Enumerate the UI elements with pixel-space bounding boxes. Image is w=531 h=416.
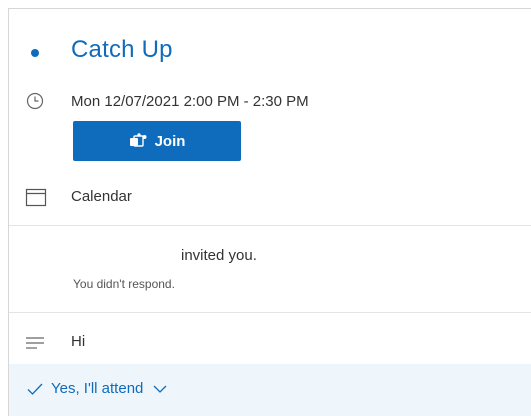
- check-icon: [27, 383, 43, 395]
- notes-icon: [26, 337, 44, 349]
- rsvp-dropdown[interactable]: Yes, I'll attend: [27, 380, 167, 397]
- join-button[interactable]: Join: [73, 121, 241, 161]
- response-status: You didn't respond.: [73, 277, 175, 291]
- event-note: Hi: [71, 333, 86, 350]
- chevron-down-icon: [153, 385, 167, 393]
- calendar-icon: [25, 188, 47, 207]
- teams-icon: [129, 133, 147, 147]
- rsvp-bar: Yes, I'll attend: [9, 364, 531, 416]
- clock-icon: [26, 92, 44, 110]
- status-dot-icon: [31, 49, 39, 57]
- event-detail-panel: Catch Up Mon 12/07/2021 2:00 PM - 2:30 P…: [8, 8, 531, 416]
- event-datetime: Mon 12/07/2021 2:00 PM - 2:30 PM: [71, 93, 309, 110]
- invitation-text: invited you.: [181, 247, 257, 264]
- calendar-name[interactable]: Calendar: [71, 188, 132, 205]
- event-title: Catch Up: [71, 36, 173, 63]
- section-divider: [9, 312, 531, 313]
- rsvp-label: Yes, I'll attend: [51, 380, 144, 397]
- join-button-label: Join: [154, 132, 186, 150]
- section-divider: [9, 225, 531, 226]
- event-title-row: Catch Up: [9, 33, 531, 73]
